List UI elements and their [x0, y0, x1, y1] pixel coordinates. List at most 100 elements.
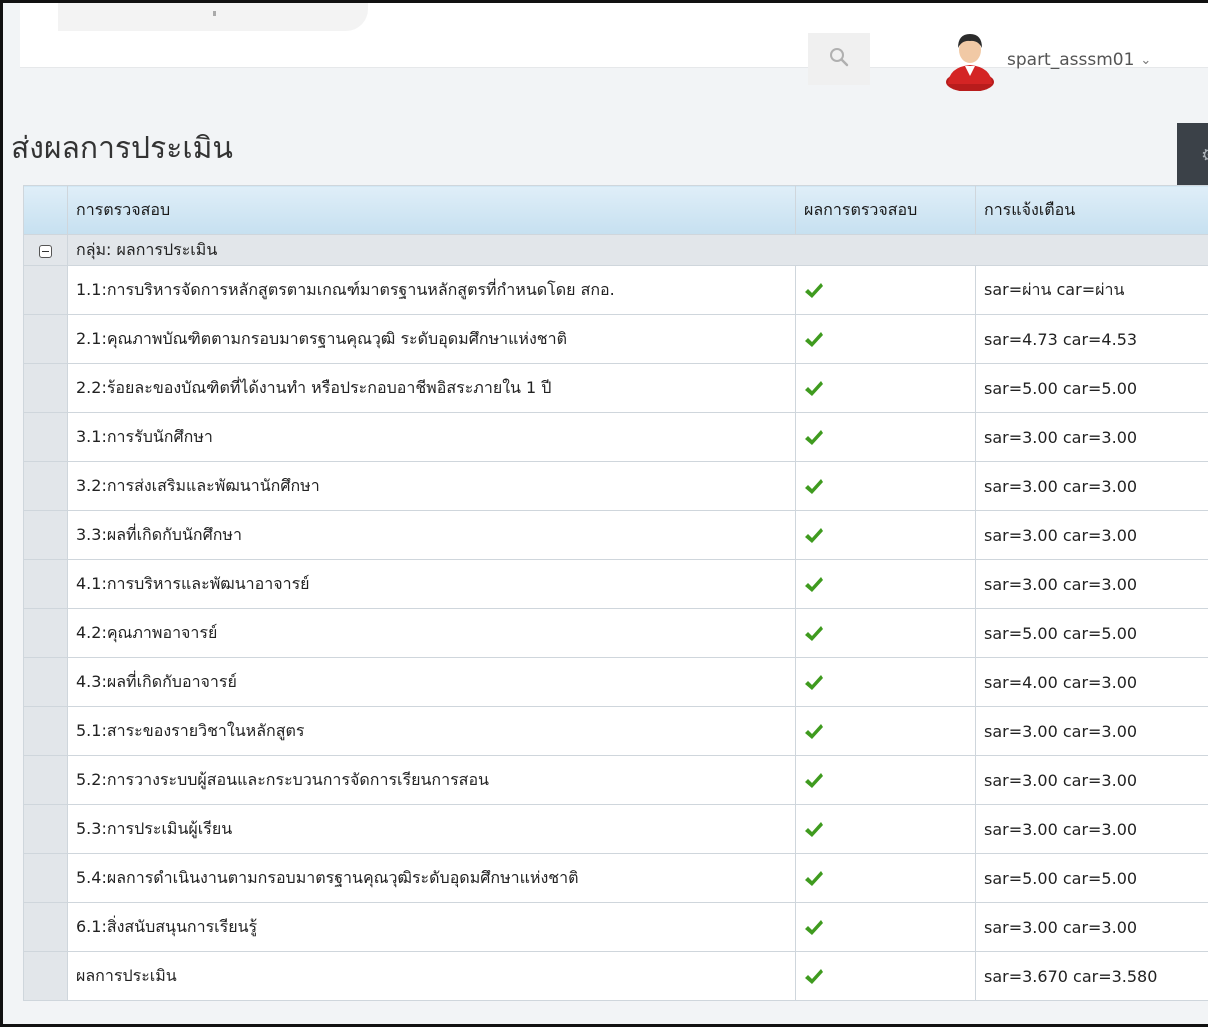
column-header-check[interactable]: การตรวจสอบ: [67, 185, 796, 235]
group-label: กลุ่ม: ผลการประเมิน: [67, 234, 1208, 266]
result-cell: [795, 902, 976, 952]
row-indent-cell: [23, 412, 68, 462]
result-cell: [795, 510, 976, 560]
check-icon: [805, 723, 823, 739]
row-indent-cell: [23, 951, 68, 1001]
check-name-cell: 5.4:ผลการดำเนินงานตามกรอบมาตรฐานคุณวุฒิร…: [67, 853, 796, 903]
check-icon: [805, 870, 823, 886]
table-row[interactable]: 1.1:การบริหารจัดการหลักสูตรตามเกณฑ์มาตรฐ…: [23, 265, 1208, 315]
table-row[interactable]: 4.1:การบริหารและพัฒนาอาจารย์ sar=3.00 car…: [23, 559, 1208, 609]
user-avatar-icon: [946, 34, 994, 91]
app-frame: spart_asssm01 ⌄ ส่งผลการประเมิน ⚙ การตรว…: [0, 0, 1208, 1027]
alert-cell: sar=ผ่าน car=ผ่าน: [975, 265, 1208, 315]
row-indent-cell: [23, 706, 68, 756]
group-expander-cell: [23, 234, 68, 266]
check-name-cell: 3.2:การส่งเสริมและพัฒนานักศึกษา: [67, 461, 796, 511]
table-row[interactable]: 5.3:การประเมินผู้เรียน sar=3.00 car=3.00: [23, 804, 1208, 854]
check-icon: [805, 478, 823, 494]
column-header-result[interactable]: ผลการตรวจสอบ: [795, 185, 976, 235]
result-cell: [795, 559, 976, 609]
check-icon: [805, 331, 823, 347]
alert-cell: sar=3.00 car=3.00: [975, 706, 1208, 756]
table-row[interactable]: 6.1:สิ่งสนับสนุนการเรียนรู้ sar=3.00 car=…: [23, 902, 1208, 952]
table-row[interactable]: 2.1:คุณภาพบัณฑิตตามกรอบมาตรฐานคุณวุฒิ ระ…: [23, 314, 1208, 364]
alert-cell: sar=4.73 car=4.53: [975, 314, 1208, 364]
check-icon: [805, 919, 823, 935]
top-tab-stub: [58, 3, 368, 31]
page-title: ส่งผลการประเมิน: [11, 131, 233, 166]
check-name-cell: 5.3:การประเมินผู้เรียน: [67, 804, 796, 854]
result-cell: [795, 265, 976, 315]
check-icon: [805, 576, 823, 592]
alert-cell: sar=3.00 car=3.00: [975, 510, 1208, 560]
alert-cell: sar=4.00 car=3.00: [975, 657, 1208, 707]
table-row[interactable]: 3.1:การรับนักศึกษา sar=3.00 car=3.00: [23, 412, 1208, 462]
table-row[interactable]: 3.2:การส่งเสริมและพัฒนานักศึกษา sar=3.00 …: [23, 461, 1208, 511]
check-name-cell: 5.1:สาระของรายวิชาในหลักสูตร: [67, 706, 796, 756]
result-cell: [795, 755, 976, 805]
group-row: กลุ่ม: ผลการประเมิน: [23, 234, 1208, 266]
check-icon: [805, 282, 823, 298]
alert-cell: sar=3.00 car=3.00: [975, 412, 1208, 462]
check-icon: [805, 625, 823, 641]
check-icon: [805, 821, 823, 837]
header-expander-spacer: [23, 185, 68, 235]
evaluation-table: การตรวจสอบ ผลการตรวจสอบ การแจ้งเตือน กลุ…: [23, 185, 1208, 1001]
result-cell: [795, 657, 976, 707]
row-indent-cell: [23, 657, 68, 707]
alert-cell: sar=3.670 car=3.580: [975, 951, 1208, 1001]
table-row[interactable]: 5.2:การวางระบบผู้สอนและกระบวนการจัดการเร…: [23, 755, 1208, 805]
result-cell: [795, 461, 976, 511]
table-row[interactable]: 5.4:ผลการดำเนินงานตามกรอบมาตรฐานคุณวุฒิร…: [23, 853, 1208, 903]
alert-cell: sar=3.00 car=3.00: [975, 755, 1208, 805]
check-icon: [805, 380, 823, 396]
check-name-cell: 5.2:การวางระบบผู้สอนและกระบวนการจัดการเร…: [67, 755, 796, 805]
row-indent-cell: [23, 755, 68, 805]
search-icon: [829, 47, 849, 71]
column-header-alert[interactable]: การแจ้งเตือน: [975, 185, 1208, 235]
check-name-cell: 3.3:ผลที่เกิดกับนักศึกษา: [67, 510, 796, 560]
user-menu[interactable]: spart_asssm01 ⌄: [943, 29, 1151, 91]
alert-cell: sar=3.00 car=3.00: [975, 902, 1208, 952]
check-name-cell: 2.2:ร้อยละของบัณฑิตที่ได้งานทำ หรือประกอ…: [67, 363, 796, 413]
row-indent-cell: [23, 363, 68, 413]
alert-cell: sar=5.00 car=5.00: [975, 608, 1208, 658]
table-row[interactable]: 5.1:สาระของรายวิชาในหลักสูตร sar=3.00 car…: [23, 706, 1208, 756]
search-button[interactable]: [808, 33, 870, 85]
check-icon: [805, 527, 823, 543]
check-name-cell: ผลการประเมิน: [67, 951, 796, 1001]
collapse-icon[interactable]: [39, 244, 52, 258]
result-cell: [795, 363, 976, 413]
row-indent-cell: [23, 853, 68, 903]
table-row[interactable]: 3.3:ผลที่เกิดกับนักศึกษา sar=3.00 car=3.0…: [23, 510, 1208, 560]
username-label: spart_asssm01: [1007, 50, 1135, 70]
row-indent-cell: [23, 510, 68, 560]
row-indent-cell: [23, 608, 68, 658]
check-name-cell: 4.1:การบริหารและพัฒนาอาจารย์: [67, 559, 796, 609]
gear-icon: ⚙: [1201, 145, 1208, 166]
row-indent-cell: [23, 461, 68, 511]
table-row[interactable]: 4.3:ผลที่เกิดกับอาจารย์ sar=4.00 car=3.00: [23, 657, 1208, 707]
result-cell: [795, 706, 976, 756]
result-cell: [795, 804, 976, 854]
check-icon: [805, 674, 823, 690]
alert-cell: sar=3.00 car=3.00: [975, 461, 1208, 511]
row-indent-cell: [23, 314, 68, 364]
check-name-cell: 2.1:คุณภาพบัณฑิตตามกรอบมาตรฐานคุณวุฒิ ระ…: [67, 314, 796, 364]
result-cell: [795, 951, 976, 1001]
table-row[interactable]: ผลการประเมิน sar=3.670 car=3.580: [23, 951, 1208, 1001]
table-header-row: การตรวจสอบ ผลการตรวจสอบ การแจ้งเตือน: [23, 185, 1208, 235]
row-indent-cell: [23, 559, 68, 609]
row-indent-cell: [23, 804, 68, 854]
alert-cell: sar=3.00 car=3.00: [975, 559, 1208, 609]
tab-stub-mark: [213, 11, 216, 16]
alert-cell: sar=5.00 car=5.00: [975, 363, 1208, 413]
table-row[interactable]: 2.2:ร้อยละของบัณฑิตที่ได้งานทำ หรือประกอ…: [23, 363, 1208, 413]
table-row[interactable]: 4.2:คุณภาพอาจารย์ sar=5.00 car=5.00: [23, 608, 1208, 658]
alert-cell: sar=5.00 car=5.00: [975, 853, 1208, 903]
check-name-cell: 4.3:ผลที่เกิดกับอาจารย์: [67, 657, 796, 707]
check-name-cell: 4.2:คุณภาพอาจารย์: [67, 608, 796, 658]
result-cell: [795, 853, 976, 903]
result-cell: [795, 608, 976, 658]
settings-panel-toggle[interactable]: ⚙: [1177, 123, 1208, 193]
